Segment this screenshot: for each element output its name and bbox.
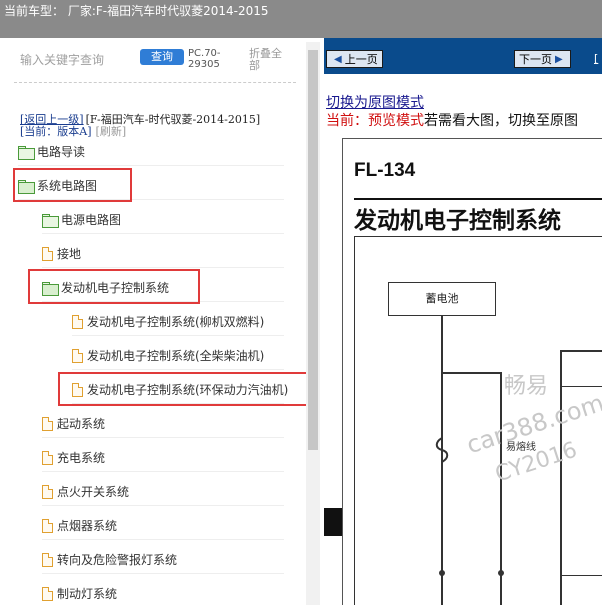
document-icon [42,552,53,567]
diagram-code: FL-134 [354,160,416,181]
refresh-link[interactable]: [刷新] [96,125,127,138]
arrow-right-icon: ▶ [555,53,563,65]
wire [441,372,501,374]
folder-icon [42,213,59,228]
document-icon [42,416,53,431]
document-icon [42,450,53,465]
prev-page-label: 上一页 [344,53,378,66]
mode-hint: 若需看大图，切换至原图 [424,113,578,129]
tree-item-engine-quanchai[interactable]: 发动机电子控制系统(全柴柴油机) [72,342,284,370]
mode-prefix: 当前：预览模式 [326,113,424,129]
scrollbar[interactable] [306,42,320,605]
tree-item-label: 电源电路图 [61,213,122,227]
junction-dot [439,570,445,576]
vehicle-title: 当前车型： 厂家:F-福田汽车时代驭菱2014-2015 [4,4,269,18]
page-marker [324,508,342,536]
tree-item-label: 电路导读 [37,145,86,159]
document-icon [42,484,53,499]
tree-item-label: 发动机电子控制系统(全柴柴油机) [87,349,265,363]
tree-item-cigarette-lighter[interactable]: 点烟器系统 [42,512,284,540]
highlight-box [58,372,311,406]
tree-item-brake-light[interactable]: 制动灯系统 [42,580,284,605]
divider [14,82,296,83]
battery-box: 蓄电池 [388,282,496,316]
query-button[interactable]: 查询 [140,49,184,65]
wire [560,350,602,352]
arrow-left-icon: ◀ [334,53,342,65]
tree-item-engine-liuji[interactable]: 发动机电子控制系统(柳机双燃料) [72,308,284,336]
search-input[interactable]: 输入关键字查询 [20,51,104,68]
tree-item-label: 起动系统 [57,417,106,431]
tree-item-turn-hazard[interactable]: 转向及危险警报灯系统 [42,546,284,574]
top-bar: 当前车型： 厂家:F-福田汽车时代驭菱2014-2015 [0,0,602,38]
tree-item-label: 充电系统 [57,451,106,465]
tree-item-ground[interactable]: 接地 [42,240,284,268]
tree-item-starting[interactable]: 起动系统 [42,410,284,438]
watermark: 畅易 [504,374,549,399]
next-page-button[interactable]: 下一页 ▶ [514,50,571,68]
tree-item-power-circuit[interactable]: 电源电路图 [42,206,284,234]
switch-original-link[interactable]: 切换为原图模式 [326,92,424,112]
mode-line: 当前：预览模式若需看大图，切换至原图 [326,110,578,130]
document-icon [42,586,53,601]
highlight-box [28,269,200,304]
viewer-panel: ◀ 上一页 下一页 ▶ [ 切换为原图模式 当前：预览模式若需看大图，切换至原图… [324,38,602,605]
toolbar-extra-link[interactable]: [ [594,52,598,65]
document-icon [42,518,53,533]
folder-icon [18,145,35,160]
version-line: [当前：版本A] [刷新] [20,123,126,139]
fold-all-link[interactable]: 折叠全部 [249,48,289,72]
document-icon [72,314,83,329]
junction-dot [498,570,504,576]
highlight-box [13,168,132,202]
tree-item-label: 发动机电子控制系统(柳机双燃料) [87,315,265,329]
viewer-toolbar: ◀ 上一页 下一页 ▶ [ [324,38,602,74]
scroll-thumb[interactable] [308,50,318,450]
diagram-title: 发动机电子控制系统 [354,207,561,233]
tree-item-label: 点烟器系统 [57,519,118,533]
document-icon [42,246,53,261]
tree-item-label: 接地 [57,247,82,261]
pc-code-label: PC.70-29305 [188,48,221,70]
current-version: [当前：版本A] [20,125,92,138]
next-page-label: 下一页 [519,53,552,66]
document-icon [72,348,83,363]
tree-item-label: 点火开关系统 [57,485,130,499]
left-panel: 输入关键字查询 查询 PC.70-29305 折叠全部 [返回上一级] [F-福田… [0,38,322,605]
diagram-rule [354,198,602,200]
tree-item-ignition-switch[interactable]: 点火开关系统 [42,478,284,506]
prev-page-button[interactable]: ◀ 上一页 [326,50,383,68]
tree-item-label: 转向及危险警报灯系统 [57,553,178,567]
tree-item-charging[interactable]: 充电系统 [42,444,284,472]
tree-item-circuit-guide[interactable]: 电路导读 [18,138,284,166]
tree-item-label: 制动灯系统 [57,587,118,601]
fuse-symbol-icon [435,428,449,472]
